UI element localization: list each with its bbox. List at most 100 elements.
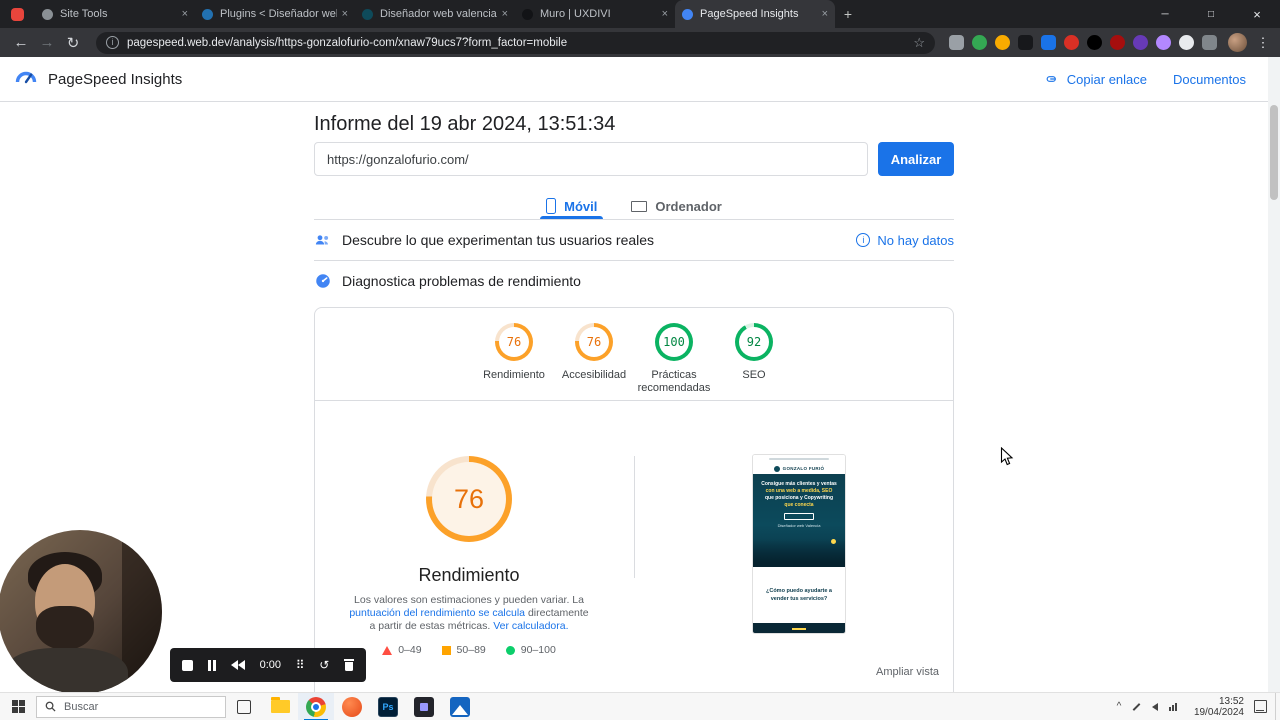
performance-big-gauge: 76 xyxy=(426,456,512,542)
maximize-button[interactable]: □ xyxy=(1188,0,1234,28)
no-data-link[interactable]: i No hay datos xyxy=(856,233,954,248)
score-value: 100 xyxy=(659,327,689,357)
browser-tab[interactable]: Site Tools × xyxy=(35,0,195,28)
diagnose-label: Diagnostica problemas de rendimiento xyxy=(342,273,581,289)
stop-button[interactable] xyxy=(182,659,193,671)
extension-icon[interactable] xyxy=(1064,35,1079,50)
extension-icon[interactable] xyxy=(1018,35,1033,50)
calculator-link[interactable]: Ver calculadora. xyxy=(493,620,568,632)
network-icon[interactable] xyxy=(1164,693,1182,720)
accessibility-gauge: 76 xyxy=(575,323,613,361)
analyze-button[interactable]: Analizar xyxy=(878,142,954,176)
workspace-icon[interactable] xyxy=(11,7,24,21)
site-screenshot-thumbnail[interactable]: GONZALO FURIÓ Consigue más clientes y ve… xyxy=(752,454,846,634)
diagnose-row: Diagnostica problemas de rendimiento xyxy=(314,261,954,301)
scoring-link[interactable]: puntuación del rendimiento se calcula xyxy=(349,607,525,619)
extension-icon[interactable] xyxy=(972,35,987,50)
bookmark-star-icon[interactable]: ☆ xyxy=(913,35,925,51)
task-view-button[interactable] xyxy=(226,693,262,720)
extension-icon[interactable] xyxy=(1156,35,1171,50)
tab-close-icon[interactable]: × xyxy=(822,8,828,20)
analyze-form: Analizar xyxy=(314,142,954,176)
legend-average: 50–89 xyxy=(441,644,486,656)
extension-icon[interactable] xyxy=(1087,35,1102,50)
clock-date: 19/04/2024 xyxy=(1193,706,1244,718)
extension-icon[interactable] xyxy=(995,35,1010,50)
docs-link[interactable]: Documentos xyxy=(1173,72,1246,87)
extension-icon[interactable] xyxy=(1179,35,1194,50)
extension-icon[interactable] xyxy=(1041,35,1056,50)
taskbar-clock[interactable]: 13:52 19/04/2024 xyxy=(1194,696,1244,718)
chrome-button[interactable] xyxy=(298,692,334,720)
photos-app-button[interactable] xyxy=(442,693,478,720)
tab-close-icon[interactable]: × xyxy=(502,8,508,20)
copy-link-label: Copiar enlace xyxy=(1066,71,1148,87)
url-input[interactable] xyxy=(314,142,868,176)
thumb-question-section: ¿Cómo puedo ayudarte a vender tus servic… xyxy=(753,567,845,623)
thumb-brand-text: GONZALO FURIÓ xyxy=(782,466,825,471)
browser-tab[interactable]: Diseñador web valencia × xyxy=(355,0,515,28)
trash-icon[interactable] xyxy=(344,659,354,671)
new-tab-button[interactable]: + xyxy=(835,6,861,22)
start-button[interactable] xyxy=(0,693,36,720)
hidden-icons-caret[interactable]: ^ xyxy=(1110,701,1128,712)
grid-icon[interactable]: ⠿ xyxy=(296,658,305,672)
site-info-icon[interactable]: i xyxy=(106,36,119,49)
profile-avatar[interactable] xyxy=(1228,33,1247,52)
legend-pass: 90–100 xyxy=(505,644,556,656)
tab-close-icon[interactable]: × xyxy=(342,8,348,20)
thumb-headline: que conecta xyxy=(784,502,814,508)
tab-mobile[interactable]: Móvil xyxy=(532,193,611,219)
square-icon xyxy=(441,645,451,655)
report-column: Informe del 19 abr 2024, 13:51:34 Analiz… xyxy=(314,113,954,692)
browser-tab-active[interactable]: PageSpeed Insights × xyxy=(675,0,835,28)
thumb-question-text: ¿Cómo puedo ayudarte a vender tus servic… xyxy=(765,588,832,602)
browser-tab[interactable]: Plugins < Diseñador web vale × xyxy=(195,0,355,28)
tab-close-icon[interactable]: × xyxy=(662,8,668,20)
speaker-icon[interactable] xyxy=(1146,693,1164,720)
search-icon xyxy=(45,701,56,712)
browser-tab[interactable]: Muro | UXDIVI × xyxy=(515,0,675,28)
rewind-button[interactable] xyxy=(230,660,245,670)
pen-tray-icon[interactable] xyxy=(1128,693,1146,720)
dark-app-button[interactable] xyxy=(406,693,442,720)
scrollbar-thumb[interactable] xyxy=(1270,105,1278,200)
reload-button[interactable]: ↻ xyxy=(60,34,86,52)
browser-app-button[interactable] xyxy=(334,693,370,720)
close-button[interactable]: × xyxy=(1234,0,1280,28)
extension-icon[interactable] xyxy=(949,35,964,50)
users-icon xyxy=(315,235,329,245)
extension-icon[interactable] xyxy=(1110,35,1125,50)
score-accessibility[interactable]: 76 Accesibilidad xyxy=(554,323,634,395)
tab-title: Plugins < Diseñador web vale xyxy=(220,8,337,20)
file-explorer-button[interactable] xyxy=(262,693,298,720)
copy-link-button[interactable]: Copiar enlace xyxy=(1046,72,1147,87)
thumb-footer-accent xyxy=(792,628,806,630)
browser-toolbar: ← → ↻ i pagespeed.web.dev/analysis/https… xyxy=(0,28,1280,57)
expand-view-link[interactable]: Ampliar vista xyxy=(876,666,939,678)
pagespeed-logo-icon[interactable] xyxy=(14,65,38,94)
taskbar-search[interactable]: Buscar xyxy=(36,695,226,718)
pause-button[interactable] xyxy=(207,659,217,671)
back-button[interactable]: ← xyxy=(8,34,34,51)
score-best-practices[interactable]: 100 Prácticas recomendadas xyxy=(634,323,714,395)
photoshop-button[interactable]: Ps xyxy=(370,693,406,720)
tab-desktop-label: Ordenador xyxy=(655,198,722,214)
tab-desktop[interactable]: Ordenador xyxy=(617,193,735,219)
forward-button[interactable]: → xyxy=(34,34,60,51)
address-bar[interactable]: i pagespeed.web.dev/analysis/https-gonza… xyxy=(96,31,935,54)
thumb-headline: con una web a medida, SEO xyxy=(765,488,833,494)
score-performance[interactable]: 76 Rendimiento xyxy=(474,323,554,395)
extension-icon[interactable] xyxy=(1202,35,1217,50)
browser-menu-icon[interactable]: ⋮ xyxy=(1254,35,1272,51)
show-desktop-button[interactable] xyxy=(1275,692,1280,720)
restart-icon[interactable]: ↺ xyxy=(319,658,329,672)
thumb-contact-line xyxy=(768,458,830,460)
tab-title: PageSpeed Insights xyxy=(700,8,799,20)
score-seo[interactable]: 92 SEO xyxy=(714,323,794,395)
thumb-footer-bar xyxy=(753,623,845,633)
minimize-button[interactable]: ─ xyxy=(1142,0,1188,28)
extension-icon[interactable] xyxy=(1133,35,1148,50)
action-center-icon[interactable] xyxy=(1254,700,1267,713)
tab-close-icon[interactable]: × xyxy=(182,8,188,20)
